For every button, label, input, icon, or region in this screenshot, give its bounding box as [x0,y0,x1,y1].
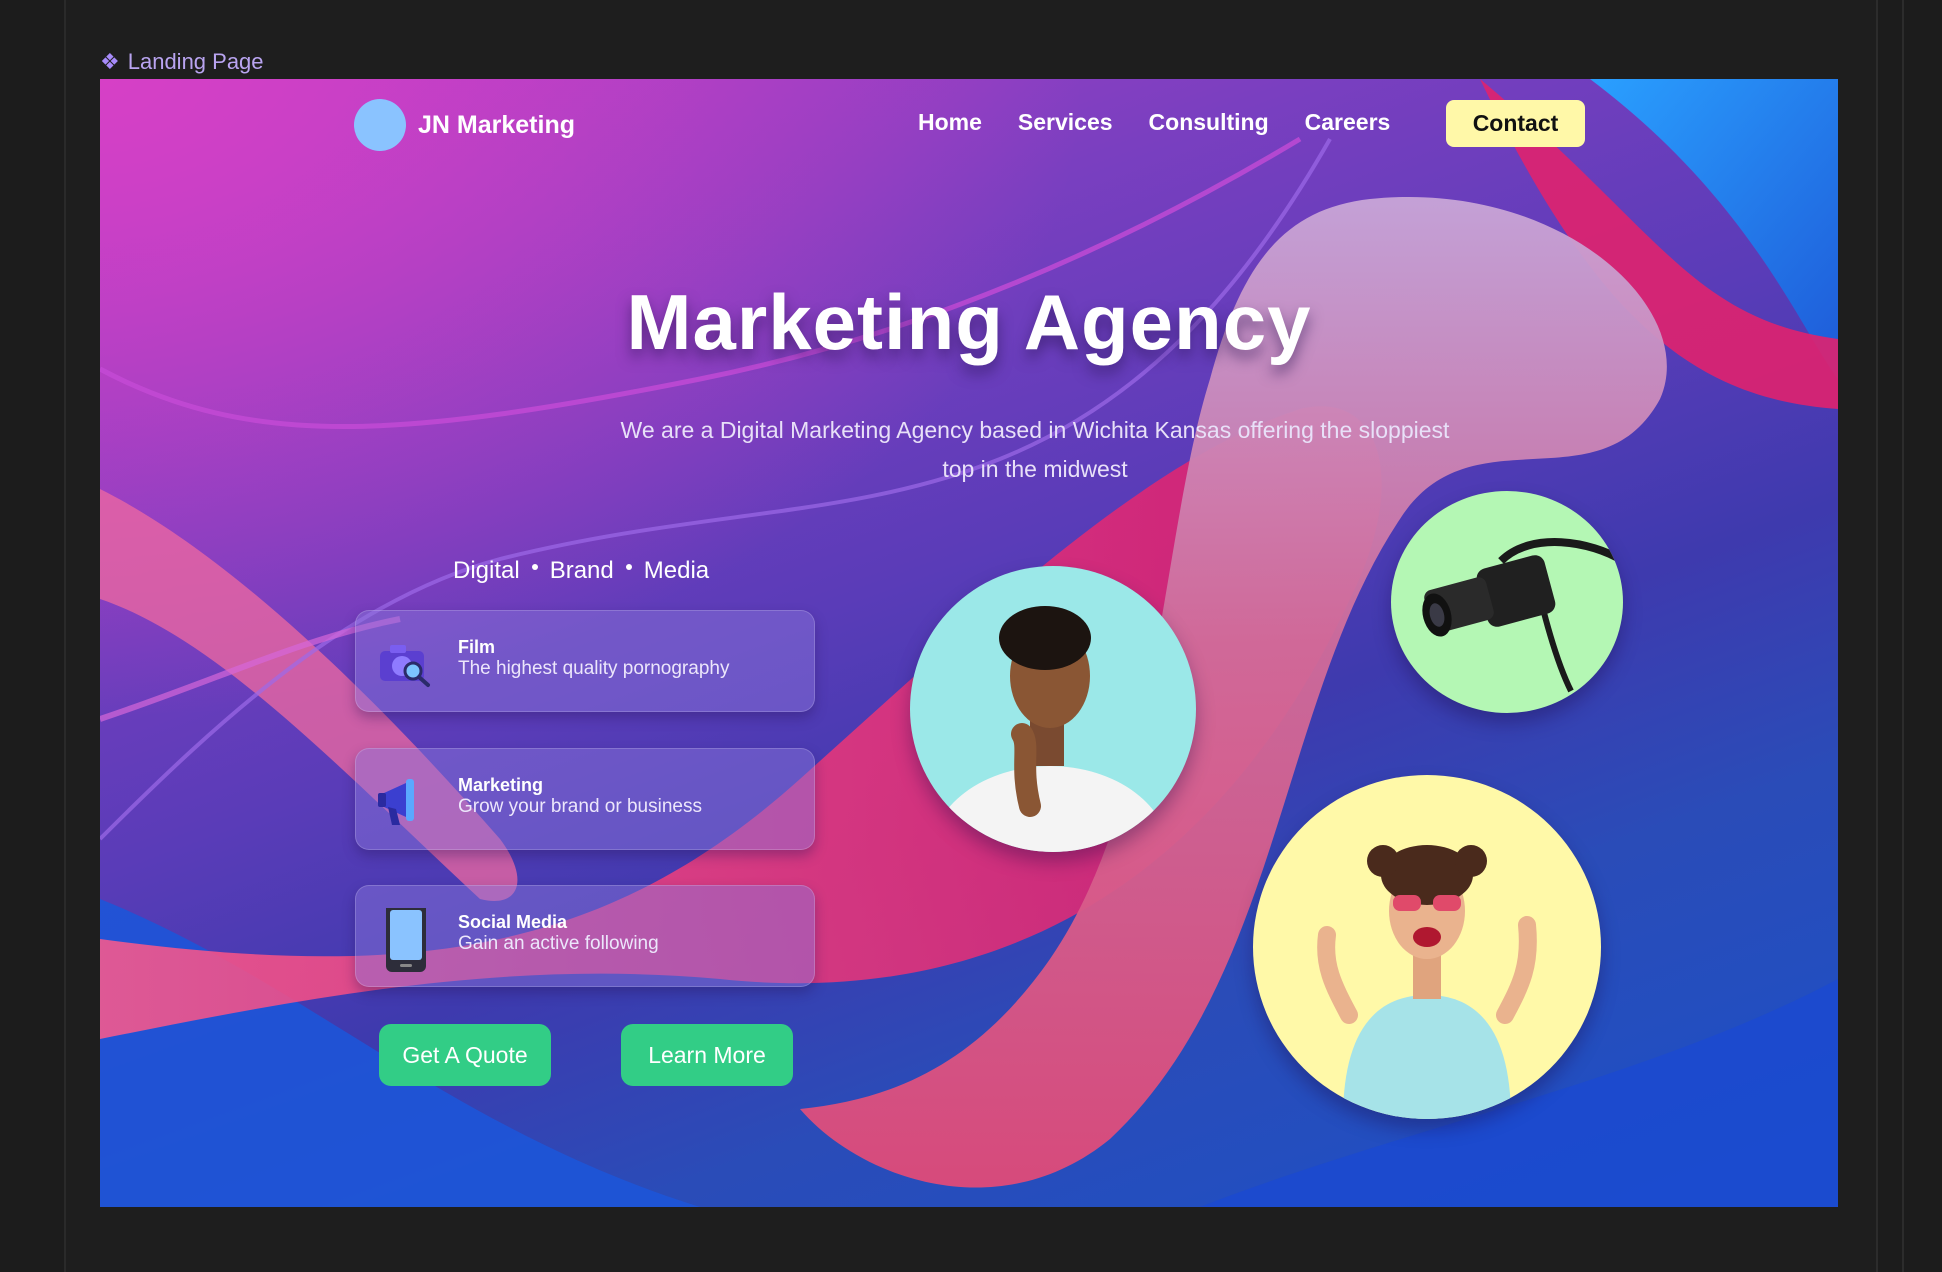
phone-icon [376,902,436,972]
nav-link-home[interactable]: Home [918,109,982,136]
hero-subtitle-line-2: top in the midwest [942,456,1128,482]
nav-link-consulting[interactable]: Consulting [1149,109,1269,136]
contact-button[interactable]: Contact [1446,100,1585,147]
service-description: Gain an active following [458,933,659,954]
learn-more-button[interactable]: Learn More [621,1024,793,1086]
service-title: Marketing [458,775,544,795]
nav-link-services[interactable]: Services [1018,109,1113,136]
hero-subtitle: We are a Digital Marketing Agency based … [560,411,1510,489]
megaphone-icon [376,771,436,831]
service-card-social-media[interactable]: Social Media Gain an active following [355,885,815,987]
tagline: Digital Brand Media [453,557,709,585]
hero-title: Marketing Agency [626,278,1312,366]
tagline-brand: Brand [549,557,614,584]
main-nav: Home Services Consulting Careers [918,109,1426,136]
editor-right-panel-edge [1902,0,1942,1272]
component-diamond-icon: ❖ [100,49,120,74]
camera-icon [376,633,436,693]
tagline-digital: Digital [453,557,520,584]
tagline-separator [531,564,538,570]
tagline-separator [625,564,632,570]
service-title: Social Media [458,912,568,932]
service-description: The highest quality pornography [458,658,730,679]
brand-name: JN Marketing [418,110,575,139]
brand-logo [354,99,406,151]
service-title: Film [458,637,496,657]
service-card-film[interactable]: Film The highest quality pornography [355,610,815,712]
photo-camera [1391,491,1623,713]
nav-link-careers[interactable]: Careers [1305,109,1391,136]
tagline-media: Media [643,557,710,584]
photo-excited-woman [1253,775,1601,1119]
hero-subtitle-line-1: We are a Digital Marketing Agency based … [620,417,1450,443]
landing-page-canvas: JN Marketing Home Services Consulting Ca… [100,79,1838,1207]
editor-left-rail [0,0,66,1272]
service-description: Grow your brand or business [458,796,702,817]
get-a-quote-button[interactable]: Get A Quote [379,1024,551,1086]
frame-label-text: Landing Page [127,49,264,74]
photo-smiling-man [910,566,1196,852]
brand[interactable]: JN Marketing [354,99,575,151]
service-card-marketing[interactable]: Marketing Grow your brand or business [355,748,815,850]
editor-right-rail [1876,0,1942,1272]
frame-label[interactable]: ❖ Landing Page [100,48,264,76]
